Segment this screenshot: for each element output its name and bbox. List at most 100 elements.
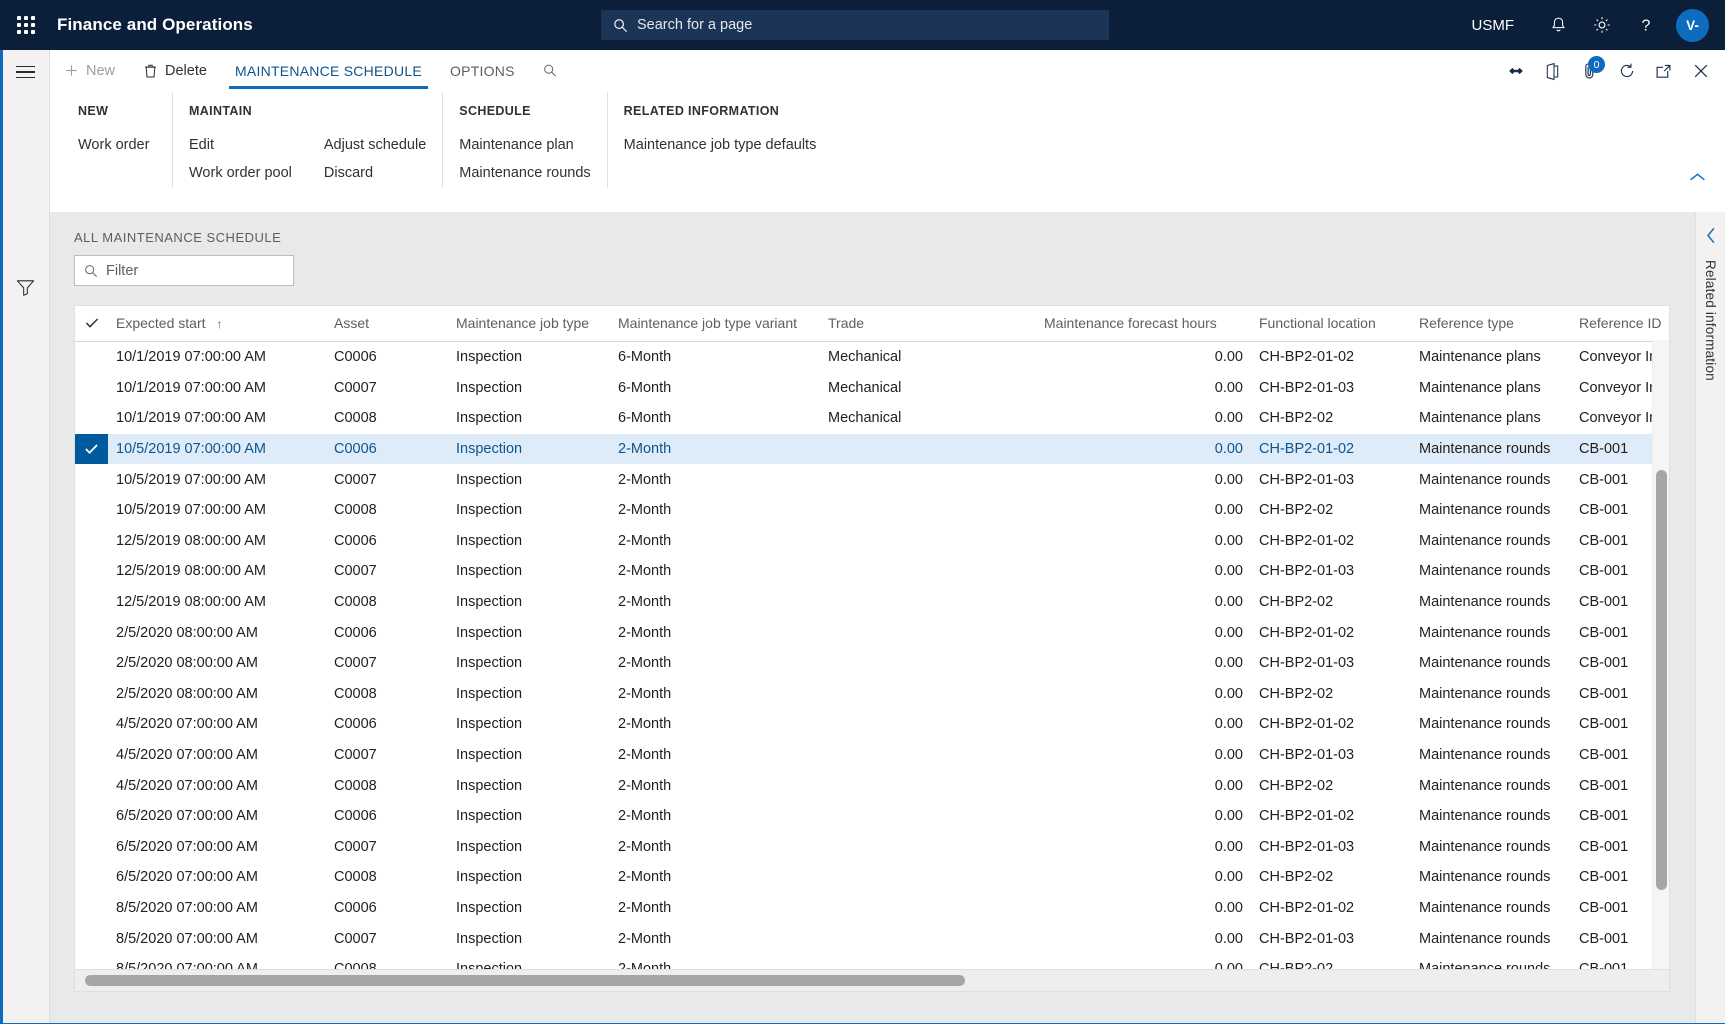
row-select-checkbox[interactable] xyxy=(75,740,108,771)
column-header-maintenance-job-type[interactable]: Maintenance job type xyxy=(448,306,610,342)
row-select-checkbox[interactable] xyxy=(75,373,108,404)
cell-reference-type: Maintenance rounds xyxy=(1419,655,1551,672)
table-row[interactable]: 4/5/2020 07:00:00 AM C0008 Inspection 2-Mon… xyxy=(75,770,1669,801)
table-row[interactable]: 10/5/2019 07:00:00 AM C0006 Inspection 2-Mo… xyxy=(75,433,1669,465)
row-select-checkbox[interactable] xyxy=(75,433,108,465)
row-select-checkbox[interactable] xyxy=(75,801,108,832)
column-header-asset[interactable]: Asset xyxy=(326,306,448,342)
table-row[interactable]: 12/5/2019 08:00:00 AM C0008 Inspection 2-Mo… xyxy=(75,587,1669,618)
related-information-label[interactable]: Related information xyxy=(1703,260,1718,381)
row-select-checkbox[interactable] xyxy=(75,403,108,434)
column-header-reference-id[interactable]: Reference ID xyxy=(1571,306,1669,342)
table-row[interactable]: 6/5/2020 07:00:00 AM C0007 Inspection 2-Mon… xyxy=(75,832,1669,863)
close-button[interactable] xyxy=(1682,50,1719,92)
notifications-button[interactable] xyxy=(1536,0,1580,50)
tab-options[interactable]: OPTIONS xyxy=(436,50,529,92)
ribbon-item-maintenance-plan[interactable]: Maintenance plan xyxy=(459,131,590,159)
grid-vertical-scrollbar-thumb[interactable] xyxy=(1656,470,1667,890)
waffle-menu-button[interactable] xyxy=(0,0,52,50)
column-header-maintenance-job-type-variant[interactable]: Maintenance job type variant xyxy=(610,306,820,342)
cell-forecast-hours: 0.00 xyxy=(1214,899,1243,916)
row-select-checkbox[interactable] xyxy=(75,893,108,924)
column-header-reference-type[interactable]: Reference type xyxy=(1411,306,1571,342)
attachments-button[interactable]: 0 xyxy=(1571,50,1608,92)
global-search-input[interactable]: Search for a page xyxy=(601,10,1109,40)
column-header-expected-start[interactable]: Expected start ↑ xyxy=(108,306,326,342)
table-row[interactable]: 10/1/2019 07:00:00 AM C0007 Inspection 6-Mo… xyxy=(75,373,1669,404)
expand-nav-pane-button[interactable] xyxy=(0,50,50,94)
column-header-functional-location[interactable]: Functional location xyxy=(1251,306,1411,342)
row-select-checkbox[interactable] xyxy=(75,832,108,863)
ribbon-item-adjust-schedule[interactable]: Adjust schedule xyxy=(324,131,426,159)
grid-vertical-scrollbar[interactable] xyxy=(1652,340,1669,969)
row-select-checkbox[interactable] xyxy=(75,342,108,373)
collapse-ribbon-button[interactable] xyxy=(1688,170,1707,186)
cell-functional-location: CH-BP2-01-02 xyxy=(1259,624,1355,641)
delete-button[interactable]: Delete xyxy=(129,50,221,92)
table-row[interactable]: 6/5/2020 07:00:00 AM C0006 Inspection 2-Mon… xyxy=(75,801,1669,832)
row-select-checkbox[interactable] xyxy=(75,648,108,679)
row-select-checkbox-box xyxy=(75,403,108,434)
expand-related-information-button[interactable] xyxy=(1705,226,1717,248)
cell-job-type: Inspection xyxy=(456,594,523,611)
table-row[interactable]: 12/5/2019 08:00:00 AM C0007 Inspection 2-Mo… xyxy=(75,556,1669,587)
table-row[interactable]: 10/1/2019 07:00:00 AM C0008 Inspection 6-Mo… xyxy=(75,403,1669,434)
table-row[interactable]: 2/5/2020 08:00:00 AM C0008 Inspection 2-Mon… xyxy=(75,679,1669,710)
settings-button[interactable] xyxy=(1580,0,1624,50)
ribbon-item-edit[interactable]: Edit xyxy=(189,131,292,159)
share-button[interactable] xyxy=(1497,50,1534,92)
row-select-checkbox[interactable] xyxy=(75,679,108,710)
table-row[interactable]: 6/5/2020 07:00:00 AM C0008 Inspection 2-Mon… xyxy=(75,862,1669,893)
row-select-checkbox[interactable] xyxy=(75,587,108,618)
ribbon-item-discard[interactable]: Discard xyxy=(324,159,426,187)
table-row[interactable]: 10/5/2019 07:00:00 AM C0008 Inspection 2-Mo… xyxy=(75,495,1669,526)
row-select-checkbox[interactable] xyxy=(75,923,108,954)
row-select-checkbox[interactable] xyxy=(75,556,108,587)
new-button[interactable]: New xyxy=(50,50,129,92)
tab-options-label: OPTIONS xyxy=(449,62,515,79)
row-select-checkbox[interactable] xyxy=(75,770,108,801)
open-in-office-button[interactable] xyxy=(1534,50,1571,92)
ribbon-item-work-order[interactable]: Work order xyxy=(78,131,156,159)
waffle-grid-icon xyxy=(17,16,35,34)
avatar[interactable]: V- xyxy=(1676,8,1709,42)
ribbon-item-work-order-pool[interactable]: Work order pool xyxy=(189,159,292,187)
row-select-checkbox-box xyxy=(75,709,108,740)
filter-pane-button[interactable] xyxy=(0,265,50,309)
table-row[interactable]: 8/5/2020 07:00:00 AM C0006 Inspection 2-Mon… xyxy=(75,893,1669,924)
row-select-checkbox[interactable] xyxy=(75,862,108,893)
table-row[interactable]: 2/5/2020 08:00:00 AM C0006 Inspection 2-Mon… xyxy=(75,617,1669,648)
company-selector[interactable]: USMF xyxy=(1472,17,1515,34)
plus-icon xyxy=(66,65,77,76)
popout-window-button[interactable] xyxy=(1645,50,1682,92)
new-button-label: New xyxy=(86,62,116,79)
row-select-checkbox[interactable] xyxy=(75,709,108,740)
ribbon-item-maintenance-rounds[interactable]: Maintenance rounds xyxy=(459,159,590,187)
table-row[interactable]: 4/5/2020 07:00:00 AM C0007 Inspection 2-Mon… xyxy=(75,740,1669,771)
grid-horizontal-scrollbar[interactable] xyxy=(75,969,1669,991)
refresh-button[interactable] xyxy=(1608,50,1645,92)
tab-maintenance-schedule[interactable]: MAINTENANCE SCHEDULE xyxy=(221,50,436,92)
ribbon-item-maintenance-job-type-defaults[interactable]: Maintenance job type defaults xyxy=(624,131,817,159)
table-row[interactable]: 10/5/2019 07:00:00 AM C0007 Inspection 2-Mo… xyxy=(75,464,1669,495)
table-row[interactable]: 8/5/2020 07:00:00 AM C0007 Inspection 2-Mon… xyxy=(75,923,1669,954)
quick-filter-input[interactable]: Filter xyxy=(74,255,294,286)
row-select-checkbox[interactable] xyxy=(75,495,108,526)
help-button[interactable]: ? xyxy=(1624,0,1668,50)
grid-horizontal-scrollbar-thumb[interactable] xyxy=(85,975,965,986)
cell-asset: C0007 xyxy=(334,838,377,855)
select-all-header[interactable] xyxy=(75,306,108,342)
table-row[interactable]: 10/1/2019 07:00:00 AM C0006 Inspection 6-Mo… xyxy=(75,342,1669,373)
action-pane-search-button[interactable] xyxy=(529,50,571,92)
row-select-checkbox[interactable] xyxy=(75,464,108,495)
table-row[interactable]: 2/5/2020 08:00:00 AM C0007 Inspection 2-Mon… xyxy=(75,648,1669,679)
column-header-trade[interactable]: Trade xyxy=(820,306,1036,342)
cell-job-type-variant: 6-Month xyxy=(618,410,672,427)
row-select-checkbox[interactable] xyxy=(75,617,108,648)
row-select-checkbox[interactable] xyxy=(75,526,108,557)
column-header-maintenance-forecast-hours[interactable]: Maintenance forecast hours xyxy=(1036,306,1251,342)
cell-trade xyxy=(820,556,1036,587)
table-row[interactable]: 4/5/2020 07:00:00 AM C0006 Inspection 2-Mon… xyxy=(75,709,1669,740)
cell-reference-type: Maintenance plans xyxy=(1419,349,1541,366)
table-row[interactable]: 12/5/2019 08:00:00 AM C0006 Inspection 2-Mo… xyxy=(75,526,1669,557)
